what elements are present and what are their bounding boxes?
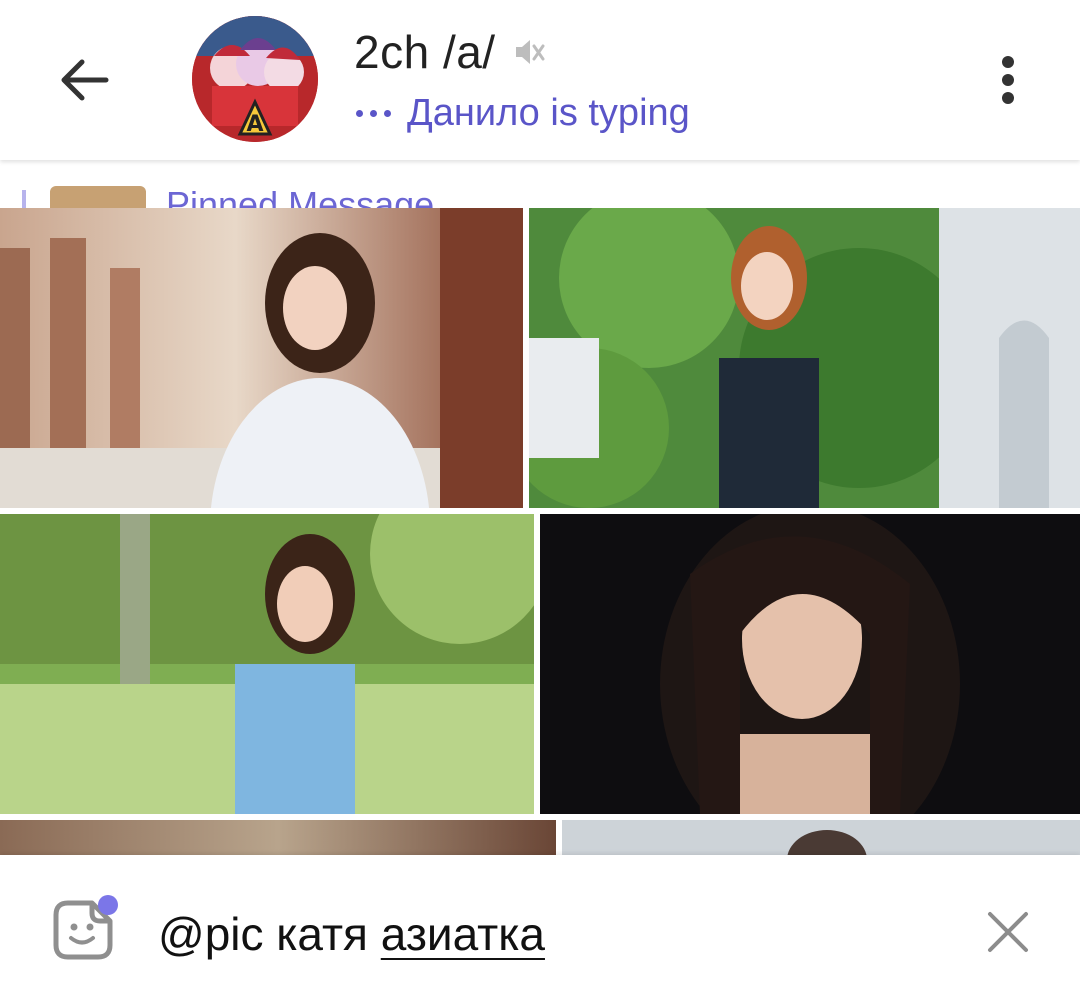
chat-avatar[interactable]: A	[192, 16, 318, 142]
sticker-icon[interactable]	[46, 895, 118, 967]
close-icon[interactable]	[984, 908, 1032, 956]
svg-text:A: A	[246, 112, 263, 137]
input-text-underlined: азиатка	[380, 908, 545, 960]
message-input-bar: @pic катя азиатка	[0, 855, 1080, 1003]
pinned-label: Pinned Message	[166, 184, 435, 208]
pinned-indicator	[22, 190, 26, 208]
typing-status-text: Данило is typing	[407, 91, 690, 134]
chat-title[interactable]: 2ch /a/	[354, 25, 496, 79]
photo-tile-5[interactable]	[0, 820, 556, 860]
more-vertical-icon[interactable]	[980, 48, 1036, 112]
input-text-prefix: @pic катя	[158, 908, 381, 960]
typing-dots-icon	[356, 109, 391, 117]
photo-tile-4[interactable]	[540, 514, 1080, 814]
photo-tile-2[interactable]	[529, 208, 1080, 508]
pinned-thumbnail	[50, 186, 146, 208]
typing-status: Данило is typing	[356, 88, 690, 138]
muted-speaker-icon	[515, 40, 545, 64]
photo-tile-3[interactable]	[0, 514, 534, 814]
photo-tile-6[interactable]	[562, 820, 1080, 860]
message-input[interactable]: @pic катя азиатка	[158, 907, 545, 961]
pinned-message-bar[interactable]: Pinned Message	[0, 160, 1080, 208]
chat-header: A 2ch /a/ Данило is typing	[0, 0, 1080, 160]
photo-tile-1[interactable]	[0, 208, 523, 508]
arrow-left-icon[interactable]	[52, 48, 116, 112]
